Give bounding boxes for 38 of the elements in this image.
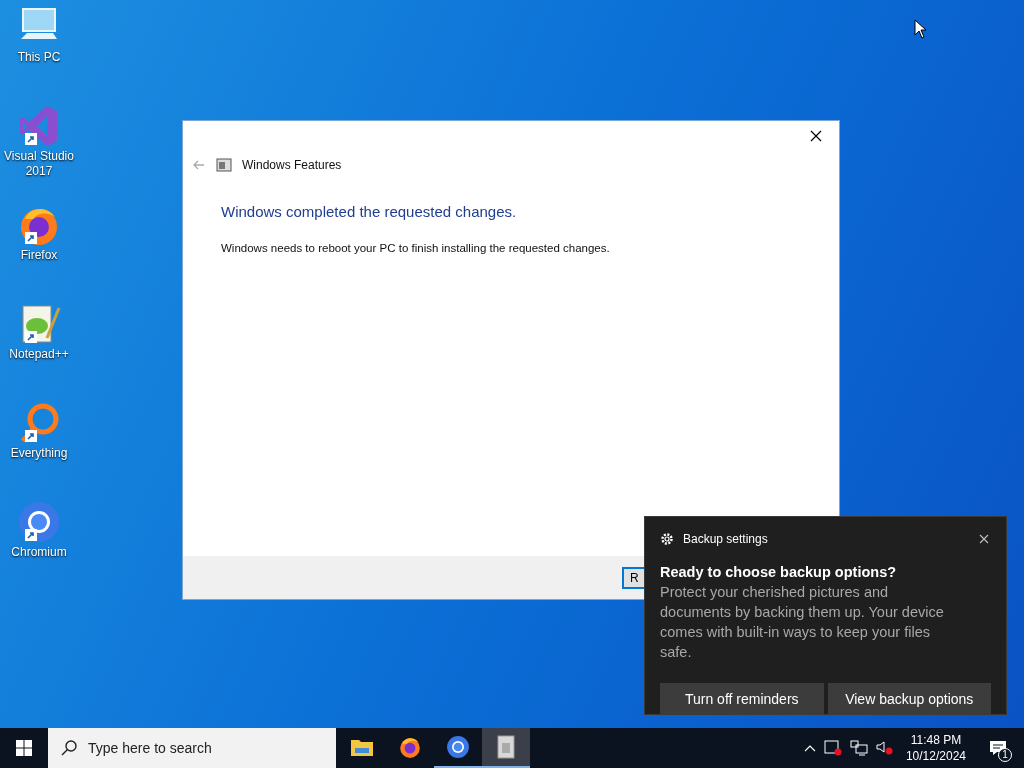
notification-count-badge: 1 [998,748,1012,762]
toast-action-button[interactable]: View backup options [827,683,991,715]
clock[interactable]: 11:48 PM 10/12/2024 [901,732,970,764]
clock-time: 11:48 PM [910,732,962,748]
window-title: Windows Features [242,157,342,174]
chromium-icon [17,500,61,544]
folder-icon [350,737,374,757]
gear-icon [660,532,674,546]
app-name: Backup settings [683,531,769,548]
window-icon [216,157,232,173]
search-field[interactable]: Type here to search [48,728,336,768]
chromium-icon [446,735,470,759]
close-button[interactable] [977,532,991,546]
close-icon [979,534,989,544]
close-icon [810,130,822,142]
windows-logo-icon [16,740,32,756]
desktop-icon-label[interactable]: Everything [8,446,70,461]
clock-date: 10/12/2024 [905,748,966,764]
desktop-icon-label[interactable]: Chromium [9,545,69,560]
document-box-icon [496,735,516,759]
toast-title: Ready to choose backup options? [660,563,898,582]
back-arrow-icon [193,160,205,170]
network-icon[interactable] [849,740,868,756]
desktop-icon-label[interactable]: This PC [15,50,63,65]
search-input[interactable]: Type here to search [88,737,288,759]
desktop-icon-label[interactable]: Notepad++ [7,347,71,362]
mouse-pointer-icon [914,19,927,39]
muted-speaker-icon[interactable] [875,740,894,756]
desktop-icon-label[interactable]: Visual Studio 2017 [0,149,78,179]
search-icon [60,739,78,757]
taskbar-app-button[interactable] [482,728,530,768]
toast-body: Protect your cherished pictures and documents by backing them up. Your device comes with built-in ways to keep your files safe. [660,583,945,662]
security-alert-icon[interactable] [823,740,842,756]
dialog-message: Windows needs to reboot your PC to finish installing the requested changes. [221,240,611,256]
dialog-heading: Windows completed the requested changes. [221,202,518,222]
desktop-icon-label[interactable]: Firefox [18,248,60,263]
toast-action-button[interactable]: Turn off reminders [660,683,824,715]
chevron-up-icon[interactable] [803,744,816,752]
